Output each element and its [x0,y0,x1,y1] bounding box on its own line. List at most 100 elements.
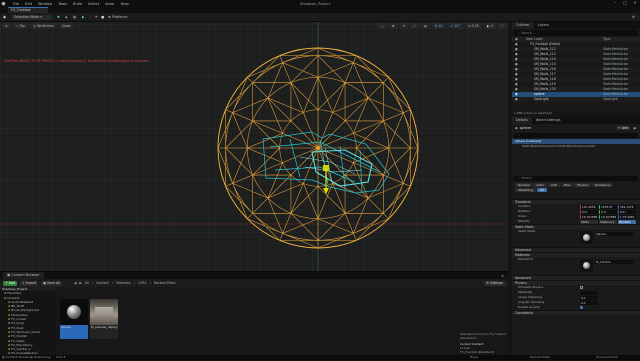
asset-tile-material[interactable]: M_preview_deploy_light_ML [90,299,118,339]
unreal-logo-icon[interactable]: ◉ [0,0,7,7]
rotation-x-input[interactable]: 0.0° [580,209,598,214]
cinematics-icon[interactable]: ▤ [73,15,76,20]
blueprint-icon[interactable]: ◈ [633,126,636,130]
select-tool-icon[interactable]: ⬚ [377,22,387,29]
view-top-button[interactable]: ▭ Top [12,22,29,29]
category-constraints[interactable]: Constraints [512,310,640,315]
tab-layers[interactable]: Layers [534,22,553,29]
output-log-button[interactable]: ▤ Output Log [30,355,51,360]
trace-button[interactable]: Trace [470,355,478,360]
forward-icon[interactable]: ▶ [79,281,81,285]
menu-help[interactable]: Help [121,2,129,6]
save-all-button[interactable]: ▣ Save All [41,280,62,286]
platforms-menu[interactable]: ⊞ Platforms [108,15,127,20]
scale-x-input[interactable]: 16.263888 [580,214,598,219]
show-button[interactable]: Show [58,22,74,29]
rotate-tool-icon[interactable]: ↻ [399,22,409,29]
component-search-input[interactable]: ⌕ [514,133,638,138]
menu-select[interactable]: Select [88,2,99,6]
settings-button[interactable]: ⚙ Settings [484,280,505,286]
launch-icon[interactable]: ⟳ [95,15,98,20]
world-space-icon[interactable]: ◍ [420,22,430,29]
location-y-input[interactable]: 1978.67 [599,204,617,209]
linear-damping-input[interactable]: 0.0 [580,295,598,300]
angular-damping-input[interactable]: 0.0 [580,300,598,305]
menu-actor[interactable]: Actor [105,2,114,6]
mobility-movable[interactable]: Movable [618,219,636,224]
filter-lod[interactable]: LOD [548,183,561,187]
add-content-icon[interactable]: ✚ [57,15,60,20]
mass-input[interactable] [580,290,598,295]
mesh-thumbnail[interactable] [580,231,593,244]
maximize-viewport-icon[interactable]: ⛶ [497,22,506,29]
import-button[interactable]: ⇩ Import [19,280,39,286]
menu-edit[interactable]: Edit [25,2,32,6]
level-viewport[interactable]: ≡ ▭ Top ◫ Wireframe Show ⬚ ✥ ↻ ⤢ ◍ # 10 … [0,22,508,271]
sphere-wireframe[interactable] [217,47,419,249]
breadcrumb-2[interactable]: Materials [116,281,131,285]
stop-icon[interactable]: ■ [101,15,104,20]
location-z-input[interactable]: 349.1978 [618,204,636,209]
component-item[interactable]: StaticMeshComponent (StaticMeshComponent… [512,144,640,149]
close-icon[interactable]: ✕ [630,0,640,7]
filter-all[interactable]: All [536,188,547,192]
scale-z-input[interactable]: 1.78 9999 [618,214,636,219]
content-drawer-button[interactable]: ▤ Content Drawer [2,355,30,360]
breadcrumb-3[interactable]: CSRS [138,281,147,285]
rotation-snap-button[interactable]: ∠ 10° [447,22,463,29]
play-icon[interactable]: ▶ [82,15,85,20]
filter-general[interactable]: General [515,183,533,187]
rotation-y-input[interactable]: 0.0° [599,209,617,214]
menu-file[interactable]: File [13,2,19,6]
blueprint-icon[interactable]: ◈ [65,15,68,20]
filter-streaming[interactable]: Streaming [515,188,536,192]
simulate-checkbox[interactable] [580,286,583,289]
mobility-stationary[interactable]: Stationary [599,219,617,224]
material-dropdown[interactable]: M_Chrome [595,260,633,264]
maximize-icon[interactable]: □ [620,0,630,7]
viewport-options-button[interactable]: ≡ [2,22,11,29]
scale-snap-button[interactable]: ⇲ 0.25 [464,22,482,29]
back-icon[interactable]: ◀ [74,281,76,285]
close-tab-icon[interactable]: ✕ [501,274,504,278]
menu-tools[interactable]: Tools [58,2,67,6]
filter-physics[interactable]: Physics [574,183,592,187]
add-button[interactable]: + Add [3,280,17,286]
grid-snap-button[interactable]: # 10 [431,22,446,29]
filter-rendering[interactable]: Rendering [592,183,613,187]
gravity-checkbox[interactable] [580,306,583,309]
filter-actor[interactable]: Actor [533,183,548,187]
camera-speed-button[interactable]: ◧ 4 [483,22,496,29]
scale-y-input[interactable]: 16.263888 [599,214,617,219]
minimize-icon[interactable]: – [610,0,620,7]
derived-data-button[interactable]: Derived Data [530,355,550,360]
material-thumbnail[interactable] [580,259,593,272]
rotation-z-input[interactable]: 0.0° [618,209,636,214]
save-icon[interactable]: ▣ [3,15,6,20]
menu-build[interactable]: Build [73,2,82,6]
details-search-input[interactable]: ⌕ Search [514,176,638,181]
asset-tile-sphere[interactable]: sphere [60,299,88,339]
outliner-search-input[interactable]: ⌕ Search... [514,30,638,36]
outliner-row[interactable]: ◉ SpotLight SpotLight [512,97,640,102]
content-browser-tab[interactable]: ▣ Content Browser [3,272,44,279]
static-mesh-dropdown[interactable]: Sphere [595,232,633,236]
breadcrumb-4[interactable]: Marked Effect [154,281,176,285]
tab-outliner[interactable]: Outliner [512,22,534,29]
scale-tool-icon[interactable]: ⤢ [410,22,419,29]
tab-details[interactable]: Details [512,117,532,124]
menu-window[interactable]: Window [38,2,52,6]
filter-misc[interactable]: Misc [561,183,574,187]
visibility-icon[interactable]: ◉ [515,97,518,102]
cmd-button[interactable]: Cmd ▾ [56,355,65,360]
move-tool-icon[interactable]: ✥ [388,22,398,29]
source-control-button[interactable]: Source Control [596,355,618,360]
add-component-button[interactable]: + Add [615,126,631,130]
mode-selector[interactable]: Selection Mode ▾ [12,15,52,20]
breadcrumb-1[interactable]: Content [96,281,109,285]
wireframe-button[interactable]: ◫ Wireframe [30,22,57,29]
breadcrumb-0[interactable]: All [85,281,89,285]
tab-world-settings[interactable]: World Settings [532,117,565,124]
location-x-input[interactable]: 167.2656 [580,204,598,209]
mobility-static[interactable]: Static [580,219,598,224]
